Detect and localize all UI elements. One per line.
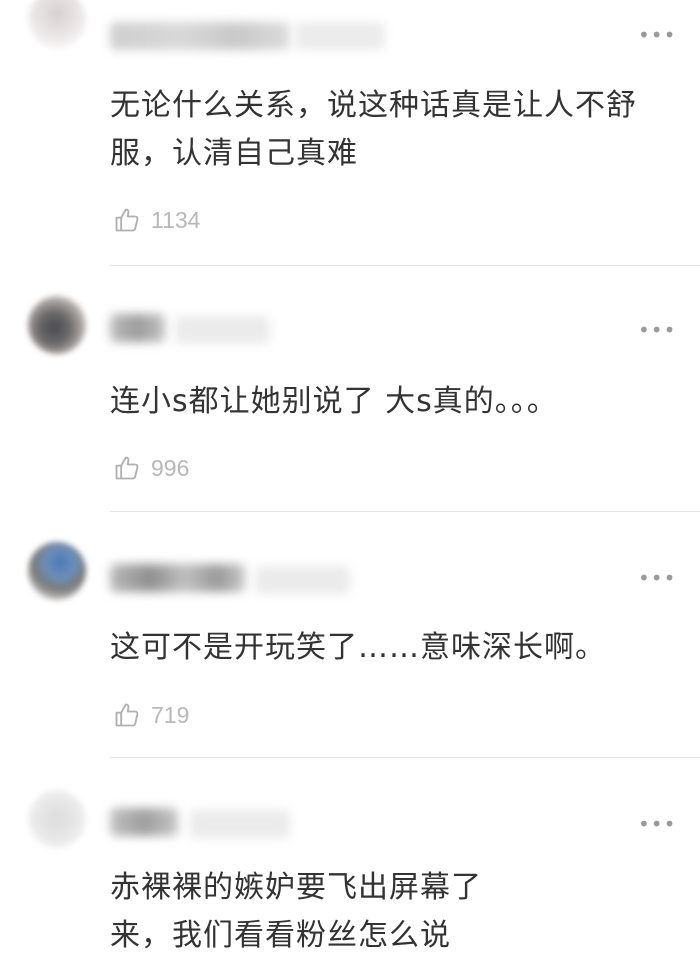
thumbs-up-icon: [115, 208, 139, 232]
comment-item: ••• 这可不是开玩笑了……意味深长啊。 719: [0, 512, 700, 758]
comment-item: ••• 赤裸裸的嫉妒要飞出屏幕了来，我们看看粉丝怎么说: [0, 758, 700, 961]
comment-text: 无论什么关系，说这种话真是让人不舒服，认清自己真难: [110, 88, 637, 171]
like-button[interactable]: 996: [113, 452, 189, 484]
user-meta: [255, 566, 350, 594]
avatar[interactable]: [28, 542, 86, 600]
more-options-icon[interactable]: •••: [638, 814, 676, 834]
comment-text: 这可不是开玩笑了……意味深长啊。: [110, 630, 606, 665]
user-meta: [190, 810, 290, 838]
avatar[interactable]: [28, 790, 86, 848]
like-button[interactable]: 719: [113, 699, 189, 731]
thumbs-up-icon: [115, 703, 139, 727]
comment-text: 连小s都让她别说了 大s真的。。。: [110, 384, 558, 419]
username[interactable]: [110, 314, 165, 342]
more-options-icon[interactable]: •••: [638, 568, 676, 588]
thumbs-up-icon: [115, 456, 139, 480]
avatar[interactable]: [28, 296, 86, 354]
username[interactable]: [110, 22, 290, 50]
like-button[interactable]: 1134: [113, 204, 200, 236]
username[interactable]: [110, 808, 178, 836]
avatar[interactable]: [28, 0, 86, 48]
more-options-icon[interactable]: •••: [638, 25, 676, 45]
comment-text: 赤裸裸的嫉妒要飞出屏幕了来，我们看看粉丝怎么说: [110, 870, 482, 953]
like-count: 719: [151, 701, 190, 728]
like-count: 996: [151, 454, 190, 481]
comment-item: ••• 无论什么关系，说这种话真是让人不舒服，认清自己真难 1134: [0, 0, 700, 266]
more-options-icon[interactable]: •••: [638, 320, 676, 340]
comment-item: ••• 连小s都让她别说了 大s真的。。。 996: [0, 266, 700, 512]
user-meta: [175, 316, 270, 344]
like-count: 1134: [151, 206, 201, 233]
user-meta: [295, 22, 385, 50]
username[interactable]: [110, 564, 245, 592]
